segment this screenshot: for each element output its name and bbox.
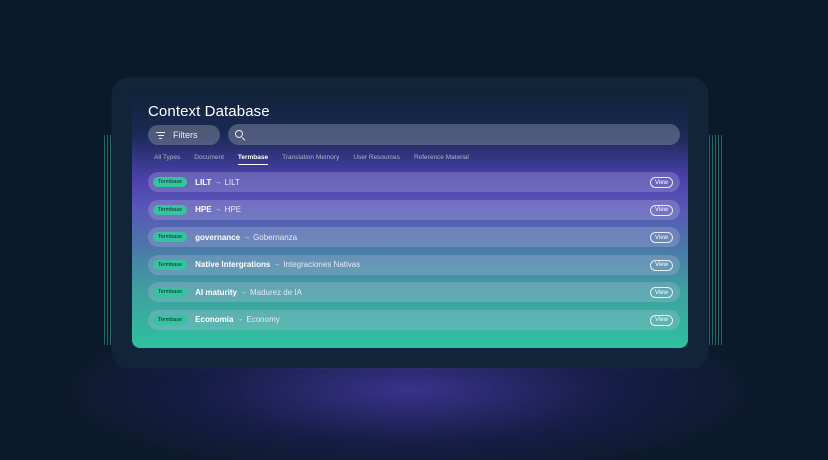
target-term: Economy	[246, 315, 280, 324]
type-badge: Termbase	[153, 232, 188, 242]
search-bar[interactable]	[228, 124, 680, 145]
table-row[interactable]: Termbase HPE → HPE View	[148, 199, 680, 220]
arrow-icon: →	[236, 316, 244, 323]
view-button[interactable]: View	[650, 204, 673, 216]
context-database-panel: Context Database Filters All Types Docum…	[132, 88, 688, 348]
tab-reference-material[interactable]: Reference Material	[414, 154, 469, 165]
search-icon	[235, 129, 246, 141]
right-edge-glow	[706, 135, 724, 345]
arrow-icon: →	[239, 288, 247, 296]
type-badge: Termbase	[153, 314, 188, 325]
type-badge: Termbase	[153, 204, 188, 215]
filters-label: Filters	[173, 130, 198, 140]
view-button[interactable]: View	[650, 259, 673, 271]
target-term: HPE	[224, 205, 242, 214]
view-button[interactable]: View	[650, 232, 673, 243]
view-button[interactable]: View	[650, 314, 673, 326]
filters-button[interactable]: Filters	[148, 125, 220, 145]
tab-document[interactable]: Document	[194, 154, 224, 165]
arrow-icon: →	[273, 261, 281, 268]
source-term: HPE	[195, 205, 212, 214]
type-badge: Termbase	[153, 259, 188, 270]
view-button[interactable]: View	[650, 177, 673, 188]
tab-all-types[interactable]: All Types	[154, 154, 180, 165]
tab-termbase[interactable]: Termbase	[237, 154, 269, 165]
page-title: Context Database	[148, 103, 270, 120]
source-term: AI maturity	[195, 287, 237, 297]
arrow-icon: →	[214, 206, 222, 213]
search-input[interactable]	[253, 129, 673, 140]
tab-translation-memory[interactable]: Translation Memory	[282, 154, 339, 165]
term-list: Termbase LILT → LILT View Termbase HPE →…	[148, 172, 680, 337]
type-tabs: All Types Document Termbase Translation …	[154, 154, 483, 165]
table-row[interactable]: Termbase governance → Gobernanza View	[148, 227, 680, 247]
type-badge: Termbase	[153, 177, 188, 187]
target-term: LILT	[224, 177, 240, 187]
target-term: Gobernanza	[253, 232, 298, 242]
view-button[interactable]: View	[650, 287, 673, 298]
arrow-icon: →	[214, 178, 222, 186]
table-row[interactable]: Termbase AI maturity → Madurez de IA Vie…	[148, 282, 680, 302]
source-term: LILT	[195, 177, 212, 187]
source-term: Economia	[195, 315, 234, 324]
source-term: governance	[195, 232, 241, 242]
table-row[interactable]: Termbase Economia → Economy View	[148, 309, 680, 330]
table-row[interactable]: Termbase LILT → LILT View	[148, 172, 680, 192]
target-term: Integraciones Nativas	[283, 260, 361, 269]
tab-user-resources[interactable]: User Resources	[353, 154, 400, 165]
type-badge: Termbase	[153, 287, 188, 297]
filter-lines-icon	[156, 131, 165, 139]
arrow-icon: →	[243, 233, 251, 241]
target-term: Madurez de IA	[249, 287, 302, 297]
source-term: Native Intergrations	[195, 260, 271, 269]
table-row[interactable]: Termbase Native Intergrations → Integrac…	[148, 254, 680, 275]
